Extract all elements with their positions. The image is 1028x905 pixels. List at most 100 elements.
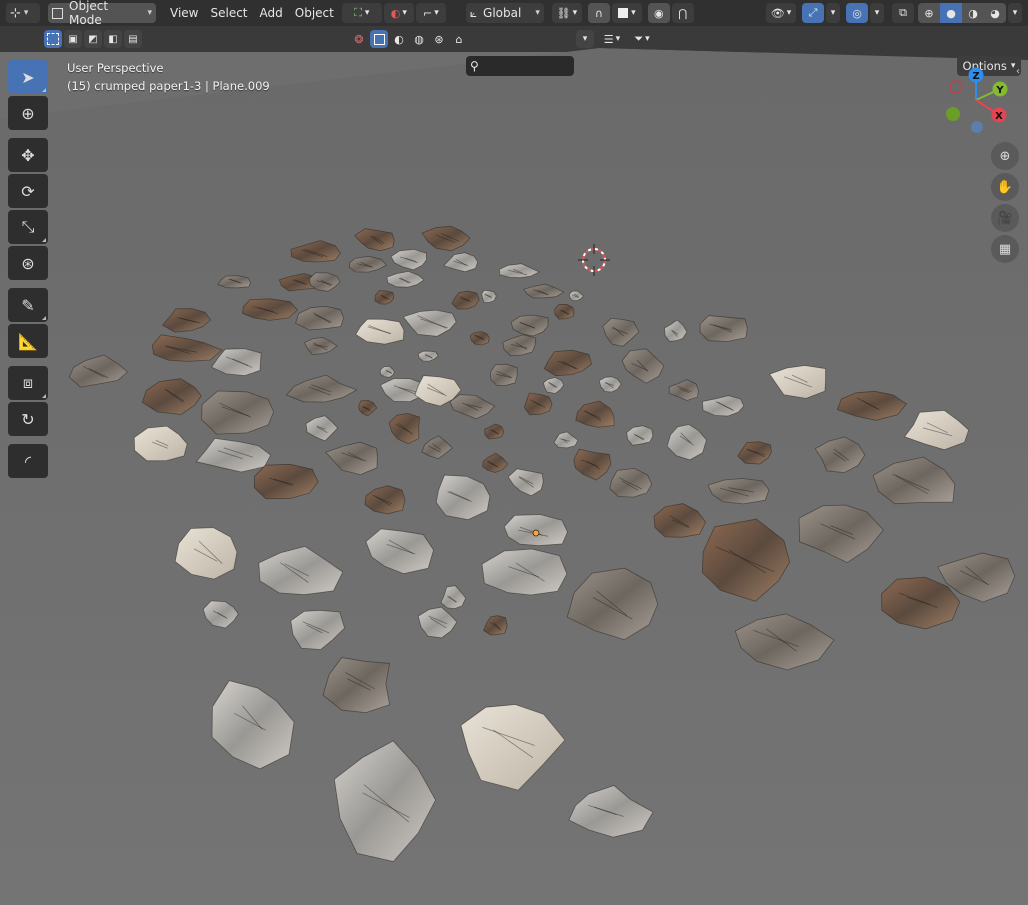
snap-element-button[interactable]: ▾ <box>611 3 642 23</box>
toolbar: ➤ ⊕ ✥ ⟳ ⤡ ⊛ ✎ 📐 ⧈ ↻ ◜ <box>8 60 50 480</box>
wireframe-shading-button[interactable]: ⊕ <box>918 3 940 23</box>
solid-sphere-icon: ● <box>946 6 956 20</box>
select-invert-button[interactable]: ◧ <box>104 30 122 48</box>
mode-label: Object Mode <box>69 0 109 27</box>
select-set-icon <box>47 33 59 45</box>
shading-dropdown-button[interactable]: ▾ <box>1008 3 1022 23</box>
scale-icon: ⤡ <box>21 217 35 236</box>
spin-tool[interactable]: ↻ <box>8 402 48 436</box>
proportional-edit-button[interactable]: ◉ <box>647 3 670 23</box>
spin-icon: ↻ <box>21 409 35 429</box>
wireframe-sphere-icon: ⊕ <box>924 6 934 20</box>
search-options-button[interactable]: ▾ <box>576 30 594 48</box>
show-overlays-button[interactable]: ◎ <box>846 3 868 23</box>
transform-gizmo-icon: ⛶ <box>354 6 362 19</box>
annotate-tool[interactable]: ✎ <box>8 288 48 322</box>
list-icon: ☰ <box>603 32 614 46</box>
neg-z-axis[interactable] <box>971 121 983 133</box>
object-square-icon <box>373 33 385 45</box>
paper-object[interactable] <box>253 463 319 500</box>
bevel-icon: ◜ <box>24 451 32 471</box>
select-intersect-button[interactable]: ▤ <box>124 30 142 48</box>
select-box-tool[interactable]: ➤ <box>8 60 48 94</box>
xray-icon: ⧉ <box>899 6 907 19</box>
object-filter-button[interactable] <box>370 30 388 48</box>
transform-tool[interactable]: ⊛ <box>8 246 48 280</box>
chevron-down-icon: ▾ <box>147 8 152 18</box>
snap-button[interactable]: ∩ <box>587 3 610 23</box>
rotate-tool[interactable]: ⟳ <box>8 174 48 208</box>
orientation-dropdown[interactable]: ⟀ Global ▾ <box>465 3 544 23</box>
solid-shading-button[interactable]: ● <box>940 3 962 23</box>
select-subtract-icon: ◩ <box>88 33 98 45</box>
chevron-down-icon: ▾ <box>364 8 370 18</box>
zoom-button[interactable]: ⊕ <box>991 142 1019 170</box>
x-axis-label: X <box>995 111 1003 122</box>
perspective-toggle-button[interactable]: ▦ <box>991 235 1019 263</box>
proportional-button[interactable]: ⌐ ▾ <box>415 3 446 23</box>
editor-type-dropdown[interactable]: ⊹ ▾ <box>6 3 40 23</box>
y-axis-label: Y <box>995 85 1004 96</box>
snap-icon: ∩ <box>594 6 603 20</box>
navigation-gizmo[interactable]: Z Y X <box>936 64 1016 136</box>
bevel-tool[interactable]: ◜ <box>8 444 48 478</box>
falloff-curve-icon: ⋂ <box>678 6 688 20</box>
material-filter-button[interactable]: ◐ <box>390 30 408 48</box>
paper-object[interactable] <box>490 363 518 386</box>
overlays-icon: ◎ <box>852 6 862 20</box>
menu-add[interactable]: Add <box>254 3 289 23</box>
select-subtract-button[interactable]: ◩ <box>84 30 102 48</box>
add-cube-tool[interactable]: ⧈ <box>8 366 48 400</box>
brush-filter-button[interactable]: ⌂ <box>450 30 468 48</box>
color-wheel-button[interactable]: ❂ <box>350 30 368 48</box>
gizmo-toggle-button[interactable]: ⛶ ▾ <box>341 3 382 23</box>
filter-button[interactable]: ⏷ ▾ <box>628 30 656 48</box>
overlays-dropdown-button[interactable]: ▾ <box>870 3 884 23</box>
mode-dropdown[interactable]: Object Mode ▾ <box>48 0 156 27</box>
snap-target-button[interactable]: ◐ ▾ <box>383 3 414 23</box>
neg-x-axis[interactable] <box>949 80 963 94</box>
axis-icon: ⟀ <box>469 5 478 20</box>
chevron-down-icon: ▾ <box>631 8 636 18</box>
cursor-tool[interactable]: ⊕ <box>8 96 48 130</box>
falloff-button[interactable]: ⋂ <box>671 3 694 23</box>
material-shading-button[interactable]: ◑ <box>962 3 984 23</box>
sort-button[interactable]: ☰ ▾ <box>598 30 626 48</box>
rendered-shading-button[interactable]: ◕ <box>984 3 1006 23</box>
transform-icon: ⊛ <box>21 253 35 273</box>
material-sphere-icon: ◑ <box>968 6 978 20</box>
menu-select[interactable]: Select <box>204 3 253 23</box>
viewport-header: ⊹ ▾ Object Mode ▾ View Select Add Object … <box>0 0 1028 27</box>
world-filter-button[interactable]: ◍ <box>410 30 428 48</box>
xray-button[interactable]: ⧉ <box>892 3 914 23</box>
editor-type-icon: ⊹ <box>10 5 21 21</box>
world-icon: ◍ <box>414 32 424 46</box>
gizmo-dropdown-button[interactable]: ▾ <box>826 3 840 23</box>
3d-viewport[interactable] <box>0 0 1028 905</box>
show-gizmo-button[interactable]: ⤢ <box>802 3 824 23</box>
pivot-point-button[interactable]: ⛓ ▾ <box>551 3 582 23</box>
neg-y-axis[interactable] <box>946 107 960 121</box>
shading-modes: ⊕ ● ◑ ◕ ▾ <box>918 3 1022 23</box>
chevron-down-icon: ▾ <box>786 8 792 18</box>
camera-icon: 🎥 <box>996 210 1014 226</box>
texture-filter-button[interactable]: ⊛ <box>430 30 448 48</box>
material-icon: ◐ <box>394 32 404 46</box>
move-tool[interactable]: ✥ <box>8 138 48 172</box>
select-new-button[interactable] <box>44 30 62 48</box>
menu-object[interactable]: Object <box>289 3 340 23</box>
measure-tool[interactable]: 📐 <box>8 324 48 358</box>
sidebar-toggle-icon[interactable]: ‹ <box>1016 66 1020 77</box>
camera-view-button[interactable]: 🎥 <box>991 204 1019 232</box>
menu-view[interactable]: View <box>164 3 204 23</box>
scale-tool[interactable]: ⤡ <box>8 210 48 244</box>
pan-button[interactable]: ✋ <box>991 173 1019 201</box>
brush-icon: ⌂ <box>455 32 463 46</box>
visibility-button[interactable]: 👁 ▾ <box>766 3 796 23</box>
zoom-icon: ⊕ <box>999 148 1011 164</box>
orientation-label: Global <box>483 6 522 20</box>
rendered-sphere-icon: ◕ <box>990 6 1000 20</box>
scene-canvas[interactable] <box>0 48 1028 905</box>
select-extend-button[interactable]: ▣ <box>64 30 82 48</box>
search-field[interactable]: ⚲ <box>466 56 574 76</box>
